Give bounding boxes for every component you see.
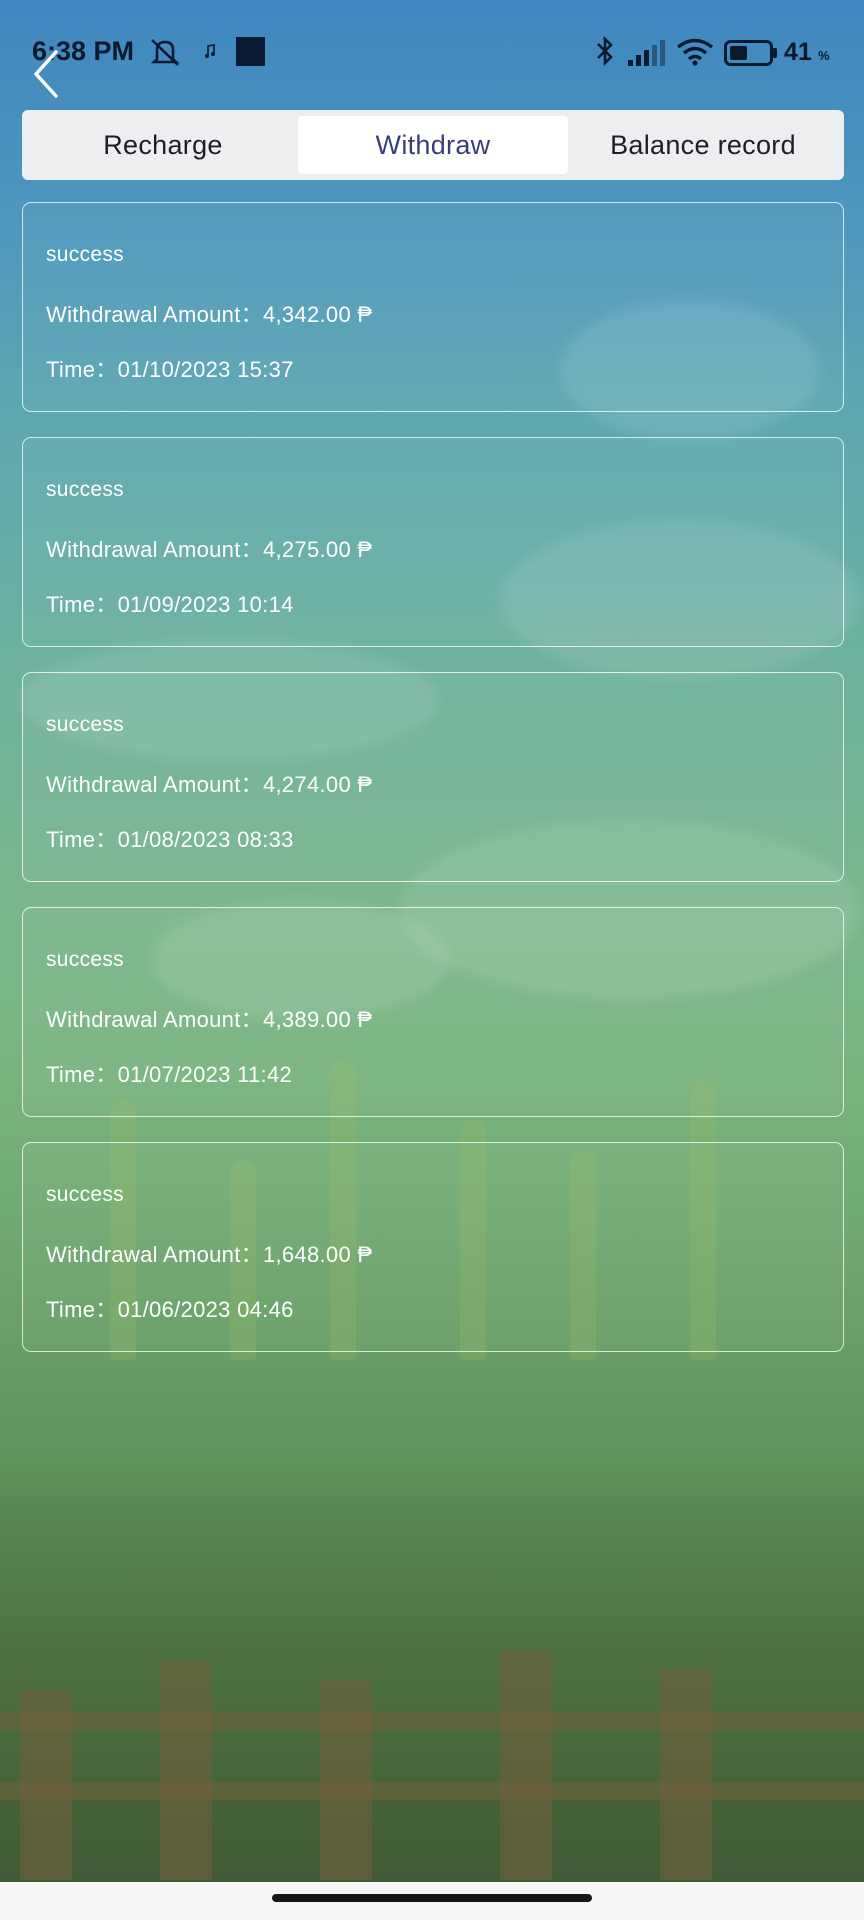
- tab-balance-record[interactable]: Balance record: [568, 116, 838, 174]
- record-time: 01/09/2023 10:14: [117, 592, 294, 617]
- tab-recharge[interactable]: Recharge: [28, 116, 298, 174]
- record-amount-line: Withdrawal Amount：4,342.00 ₱: [46, 297, 372, 329]
- app-square-icon: [236, 37, 265, 71]
- battery-percent: 41: [784, 38, 812, 66]
- tab-withdraw[interactable]: Withdraw: [298, 116, 568, 174]
- navigation-bar: [0, 1882, 864, 1920]
- record-amount-label: Withdrawal Amount：: [46, 302, 263, 327]
- withdrawal-record-list: success Withdrawal Amount：4,342.00 ₱ Tim…: [22, 202, 844, 1377]
- record-amount: 4,274.00 ₱: [262, 772, 373, 797]
- record-time-label: Time：: [46, 592, 118, 617]
- record-time: 01/08/2023 08:33: [117, 827, 294, 852]
- record-status: success: [46, 243, 124, 266]
- record-time-line: Time：01/06/2023 04:46: [46, 1292, 294, 1324]
- record-amount: 1,648.00 ₱: [262, 1242, 373, 1267]
- record-time-line: Time：01/09/2023 10:14: [46, 587, 294, 619]
- record-amount: 4,275.00 ₱: [262, 537, 373, 562]
- record-status: success: [46, 478, 124, 501]
- wifi-icon: [676, 38, 714, 71]
- status-bar: 6:38 PM 41 %: [0, 0, 864, 100]
- bluetooth-icon: [594, 35, 616, 72]
- back-button[interactable]: [22, 40, 82, 110]
- record-time-line: Time：01/07/2023 11:42: [46, 1057, 292, 1089]
- withdrawal-record-card: success Withdrawal Amount：4,389.00 ₱ Tim…: [22, 907, 844, 1117]
- signal-icon: [628, 40, 666, 71]
- record-amount-label: Withdrawal Amount：: [46, 537, 263, 562]
- chevron-left-icon: [22, 50, 62, 104]
- withdrawal-record-card: success Withdrawal Amount：4,274.00 ₱ Tim…: [22, 672, 844, 882]
- record-status: success: [46, 948, 124, 971]
- record-time: 01/07/2023 11:42: [117, 1062, 293, 1087]
- battery-unit: %: [818, 48, 830, 63]
- record-time-line: Time：01/10/2023 15:37: [46, 352, 294, 384]
- record-amount-label: Withdrawal Amount：: [46, 1242, 263, 1267]
- withdrawal-record-card: success Withdrawal Amount：4,342.00 ₱ Tim…: [22, 202, 844, 412]
- home-gesture-handle[interactable]: [272, 1894, 592, 1902]
- mute-icon: [148, 36, 182, 73]
- record-amount-label: Withdrawal Amount：: [46, 1007, 263, 1032]
- withdrawal-record-card: success Withdrawal Amount：4,275.00 ₱ Tim…: [22, 437, 844, 647]
- record-time-label: Time：: [46, 357, 118, 382]
- record-status: success: [46, 713, 124, 736]
- withdrawal-record-card: success Withdrawal Amount：1,648.00 ₱ Tim…: [22, 1142, 844, 1352]
- record-status: success: [46, 1183, 124, 1206]
- record-time-line: Time：01/08/2023 08:33: [46, 822, 294, 854]
- record-time: 01/06/2023 04:46: [117, 1297, 294, 1322]
- record-amount-line: Withdrawal Amount：4,275.00 ₱: [46, 532, 372, 564]
- tab-bar: Recharge Withdraw Balance record: [22, 110, 844, 180]
- record-time-label: Time：: [46, 827, 118, 852]
- record-time: 01/10/2023 15:37: [117, 357, 294, 382]
- record-amount-line: Withdrawal Amount：4,274.00 ₱: [46, 767, 372, 799]
- battery-icon: [724, 40, 778, 71]
- record-time-label: Time：: [46, 1062, 118, 1087]
- music-note-icon: [204, 44, 216, 65]
- record-amount-line: Withdrawal Amount：1,648.00 ₱: [46, 1237, 372, 1269]
- record-amount-line: Withdrawal Amount：4,389.00 ₱: [46, 1002, 372, 1034]
- record-time-label: Time：: [46, 1297, 118, 1322]
- record-amount-label: Withdrawal Amount：: [46, 772, 263, 797]
- record-amount: 4,389.00 ₱: [262, 1007, 373, 1032]
- record-amount: 4,342.00 ₱: [262, 302, 373, 327]
